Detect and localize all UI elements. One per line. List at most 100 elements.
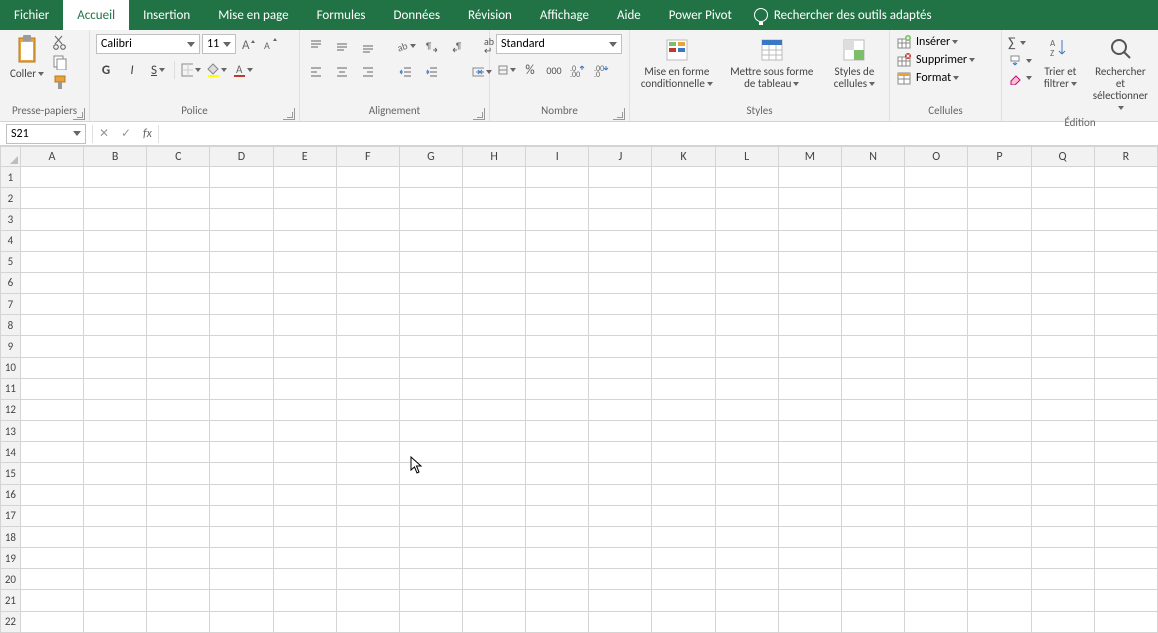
cell-L19[interactable] [715,548,778,569]
increase-decimal-icon[interactable]: .0.00 [568,60,588,80]
row-header-9[interactable]: 9 [1,336,21,357]
cell-E7[interactable] [273,294,336,315]
cell-D1[interactable] [210,167,273,188]
row-header-2[interactable]: 2 [1,188,21,209]
cell-I12[interactable] [526,399,589,420]
cell-P16[interactable] [968,484,1031,505]
cell-C15[interactable] [147,463,210,484]
cell-E8[interactable] [273,315,336,336]
cell-B21[interactable] [84,590,147,611]
cell-A10[interactable] [20,357,83,378]
cell-P18[interactable] [968,526,1031,547]
cell-B18[interactable] [84,526,147,547]
decrease-decimal-icon[interactable]: .00.0 [592,60,612,80]
cell-J2[interactable] [589,188,652,209]
cell-P11[interactable] [968,378,1031,399]
col-header-A[interactable]: A [20,147,83,167]
cell-B6[interactable] [84,272,147,293]
cell-F22[interactable] [336,611,399,632]
cell-I3[interactable] [526,209,589,230]
cell-R2[interactable] [1094,188,1157,209]
cell-K11[interactable] [652,378,715,399]
cell-B17[interactable] [84,505,147,526]
cell-E5[interactable] [273,251,336,272]
cell-G3[interactable] [399,209,462,230]
cell-B22[interactable] [84,611,147,632]
cell-P21[interactable] [968,590,1031,611]
spreadsheet-grid[interactable]: ABCDEFGHIJKLMNOPQR1234567891011121314151… [0,146,1158,633]
cell-F12[interactable] [336,399,399,420]
cell-F5[interactable] [336,251,399,272]
cell-I21[interactable] [526,590,589,611]
cell-I20[interactable] [526,569,589,590]
cell-E15[interactable] [273,463,336,484]
cell-C19[interactable] [147,548,210,569]
format-as-table-button[interactable]: Mettre sous forme de tableau [726,34,818,92]
cell-I15[interactable] [526,463,589,484]
orientation-icon[interactable]: ab [396,36,416,56]
cell-E17[interactable] [273,505,336,526]
cell-H1[interactable] [463,167,526,188]
cell-C8[interactable] [147,315,210,336]
cell-M1[interactable] [778,167,841,188]
cell-K9[interactable] [652,336,715,357]
cell-J13[interactable] [589,421,652,442]
cell-M17[interactable] [778,505,841,526]
col-header-P[interactable]: P [968,147,1031,167]
cell-O5[interactable] [905,251,968,272]
cell-K18[interactable] [652,526,715,547]
cell-B7[interactable] [84,294,147,315]
cell-K3[interactable] [652,209,715,230]
cell-I19[interactable] [526,548,589,569]
cell-C18[interactable] [147,526,210,547]
cell-J7[interactable] [589,294,652,315]
cell-L21[interactable] [715,590,778,611]
cell-L11[interactable] [715,378,778,399]
row-header-14[interactable]: 14 [1,442,21,463]
cell-Q15[interactable] [1031,463,1094,484]
cell-I2[interactable] [526,188,589,209]
cell-D17[interactable] [210,505,273,526]
cell-F2[interactable] [336,188,399,209]
cell-R9[interactable] [1094,336,1157,357]
cell-P20[interactable] [968,569,1031,590]
cell-A14[interactable] [20,442,83,463]
dialog-launcher-icon[interactable] [473,108,485,120]
cell-G18[interactable] [399,526,462,547]
cell-B16[interactable] [84,484,147,505]
cell-B13[interactable] [84,421,147,442]
cell-L4[interactable] [715,230,778,251]
cell-L20[interactable] [715,569,778,590]
cell-F13[interactable] [336,421,399,442]
merge-center-icon[interactable] [472,62,492,82]
cell-D12[interactable] [210,399,273,420]
cell-I6[interactable] [526,272,589,293]
cell-P19[interactable] [968,548,1031,569]
align-center-icon[interactable] [332,62,352,82]
cell-M8[interactable] [778,315,841,336]
cell-P17[interactable] [968,505,1031,526]
cell-P4[interactable] [968,230,1031,251]
cell-R11[interactable] [1094,378,1157,399]
cell-M11[interactable] [778,378,841,399]
cell-L12[interactable] [715,399,778,420]
cell-F20[interactable] [336,569,399,590]
cell-Q22[interactable] [1031,611,1094,632]
cell-H4[interactable] [463,230,526,251]
cell-G6[interactable] [399,272,462,293]
cell-J20[interactable] [589,569,652,590]
cell-H19[interactable] [463,548,526,569]
cell-R13[interactable] [1094,421,1157,442]
cell-G15[interactable] [399,463,462,484]
cell-D20[interactable] [210,569,273,590]
cell-P10[interactable] [968,357,1031,378]
cell-J1[interactable] [589,167,652,188]
cell-L18[interactable] [715,526,778,547]
cell-B2[interactable] [84,188,147,209]
ltr-icon[interactable]: ¶ [422,36,442,56]
tellme-search[interactable]: Rechercher des outils adaptés [754,0,932,30]
cell-R19[interactable] [1094,548,1157,569]
cell-A5[interactable] [20,251,83,272]
cell-H3[interactable] [463,209,526,230]
cell-L22[interactable] [715,611,778,632]
